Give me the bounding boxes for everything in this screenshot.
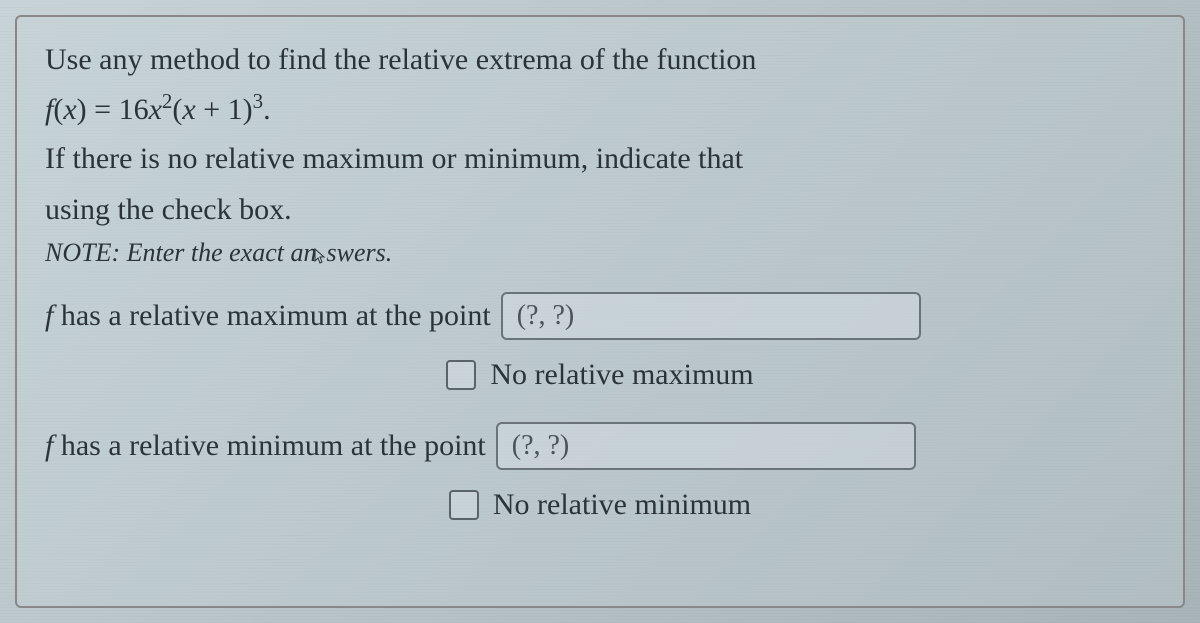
condition-line2: using the check box. [45,187,1155,232]
function-definition: f(x) = 16x2(x + 1)3. [45,86,1155,132]
no-min-row: No relative minimum [45,488,1155,522]
condition-line1: If there is no relative maximum or minim… [45,136,1155,181]
min-label: has a relative minimum at the point [61,429,486,462]
f-symbol-min: f [45,429,61,462]
cursor-icon [313,244,329,274]
no-max-row: No relative maximum [45,358,1155,392]
no-min-label: No relative minimum [493,488,751,522]
no-max-label: No relative maximum [490,358,753,392]
min-answer-row: f has a relative minimum at the point (?… [45,422,1155,470]
no-max-checkbox[interactable] [446,360,476,390]
no-min-checkbox[interactable] [449,490,479,520]
f-symbol-max: f [45,299,61,332]
note-text: NOTE: Enter the exact answers. [45,238,1155,268]
min-point-input[interactable]: (?, ?) [496,422,916,470]
question-container: Use any method to find the relative extr… [15,15,1185,608]
question-prompt-line1: Use any method to find the relative extr… [45,37,1155,82]
max-point-input[interactable]: (?, ?) [501,292,921,340]
max-answer-row: f has a relative maximum at the point (?… [45,292,1155,340]
max-label: has a relative maximum at the point [61,299,491,332]
